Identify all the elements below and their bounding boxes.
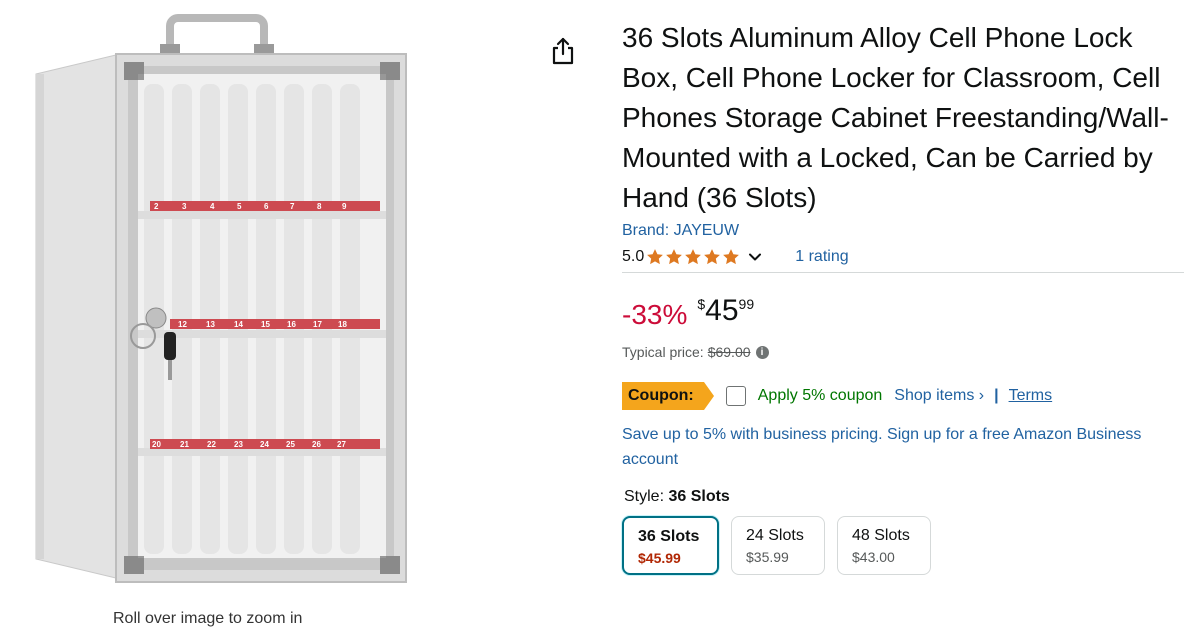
image-gallery: 23456789 12 13 14 15 16 17 18 20 21 22 23 24 25 26 27… <box>0 0 540 636</box>
style-label: Style: 36 Slots <box>624 488 1188 506</box>
star-icon <box>666 249 683 265</box>
separator: | <box>994 387 999 404</box>
style-selected-value: 36 Slots <box>668 488 730 505</box>
star-icon <box>647 249 664 265</box>
divider <box>622 272 1184 273</box>
brand-link[interactable]: Brand: JAYEUW <box>622 220 1188 242</box>
price-currency: $ <box>697 296 706 312</box>
style-option-36-slots[interactable]: 36 Slots $45.99 <box>622 516 719 575</box>
typical-price-label: Typical price: <box>622 344 704 360</box>
coupon-badge: Coupon: <box>622 382 714 410</box>
style-option-price: $35.99 <box>746 549 789 565</box>
price-fraction: 99 <box>738 296 755 312</box>
product-details: 36 Slots Aluminum Alloy Cell Phone Lock … <box>622 18 1188 575</box>
style-option-price: $45.99 <box>638 550 681 566</box>
style-option-name: 36 Slots <box>638 528 700 545</box>
price-row: -33% $ 45 99 <box>622 293 1188 333</box>
style-option-name: 24 Slots <box>746 527 804 544</box>
star-rating[interactable] <box>646 248 741 266</box>
coupon-row: Coupon: Apply 5% coupon Shop items › | T… <box>622 382 1188 410</box>
style-options: 36 Slots $45.99 24 Slots $35.99 48 Slots… <box>622 516 1188 575</box>
share-button[interactable] <box>550 37 576 65</box>
ratings-count-link[interactable]: 1 rating <box>795 248 848 266</box>
typical-price-row: Typical price: $69.00 i <box>622 344 1188 360</box>
discount-percent: -33% <box>622 299 688 330</box>
share-icon <box>552 37 574 65</box>
star-icon <box>723 249 740 265</box>
shop-items-link[interactable]: Shop items › <box>894 387 984 405</box>
style-label-text: Style: <box>624 488 665 505</box>
price-whole: 45 <box>705 294 739 327</box>
typical-price-value: $69.00 <box>707 344 751 360</box>
chevron-down-icon[interactable] <box>747 249 763 265</box>
rating-value: 5.0 <box>622 248 645 265</box>
product-image[interactable]: 23456789 12 13 14 15 16 17 18 20 21 22 23 24 25 26 27 <box>30 14 410 594</box>
info-icon[interactable]: i <box>755 345 769 359</box>
style-option-24-slots[interactable]: 24 Slots $35.99 <box>731 516 825 575</box>
current-price: $ 45 99 <box>697 293 754 329</box>
style-option-price: $43.00 <box>852 549 895 565</box>
zoom-hint: Roll over image to zoom in <box>113 610 303 627</box>
terms-link[interactable]: Terms <box>1009 387 1053 405</box>
rating-row: 5.0 1 rating <box>622 244 1188 270</box>
coupon-checkbox[interactable] <box>725 386 746 406</box>
apply-coupon-label[interactable]: Apply 5% coupon <box>758 387 883 405</box>
business-pricing-link[interactable]: Save up to 5% with business pricing. Sig… <box>622 422 1142 472</box>
product-title: 36 Slots Aluminum Alloy Cell Phone Lock … <box>622 22 1169 213</box>
star-icon <box>685 249 702 265</box>
style-option-48-slots[interactable]: 48 Slots $43.00 <box>837 516 931 575</box>
star-icon <box>704 249 721 265</box>
style-option-name: 48 Slots <box>852 527 910 544</box>
